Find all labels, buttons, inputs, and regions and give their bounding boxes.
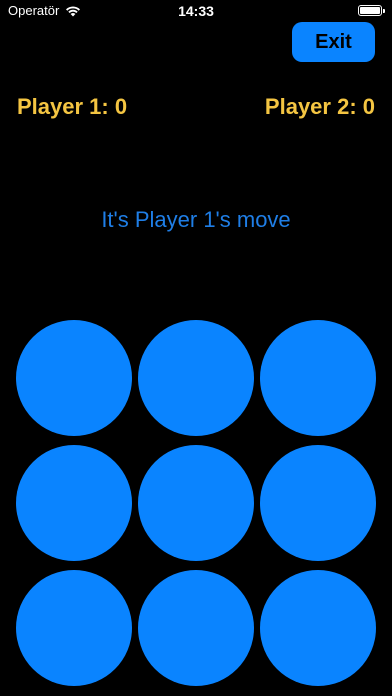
status-bar: Operatör 14:33: [0, 0, 392, 22]
board-cell-9[interactable]: [260, 570, 376, 686]
board-cell-2[interactable]: [138, 320, 254, 436]
status-time: 14:33: [178, 3, 214, 19]
board-cell-3[interactable]: [260, 320, 376, 436]
board-cell-8[interactable]: [138, 570, 254, 686]
board-cell-5[interactable]: [138, 445, 254, 561]
turn-indicator: It's Player 1's move: [101, 207, 291, 232]
board-cell-4[interactable]: [16, 445, 132, 561]
game-board: [16, 320, 376, 686]
player2-score: Player 2: 0: [264, 94, 375, 119]
player1-score: Player 1: 0: [17, 94, 128, 119]
board-cell-6[interactable]: [260, 445, 376, 561]
board-cell-7[interactable]: [16, 570, 132, 686]
battery-cap: [383, 9, 385, 13]
battery-icon: [358, 5, 385, 16]
battery-level: [360, 7, 380, 14]
exit-button[interactable]: Exit: [292, 22, 375, 62]
board-cell-1[interactable]: [16, 320, 132, 436]
